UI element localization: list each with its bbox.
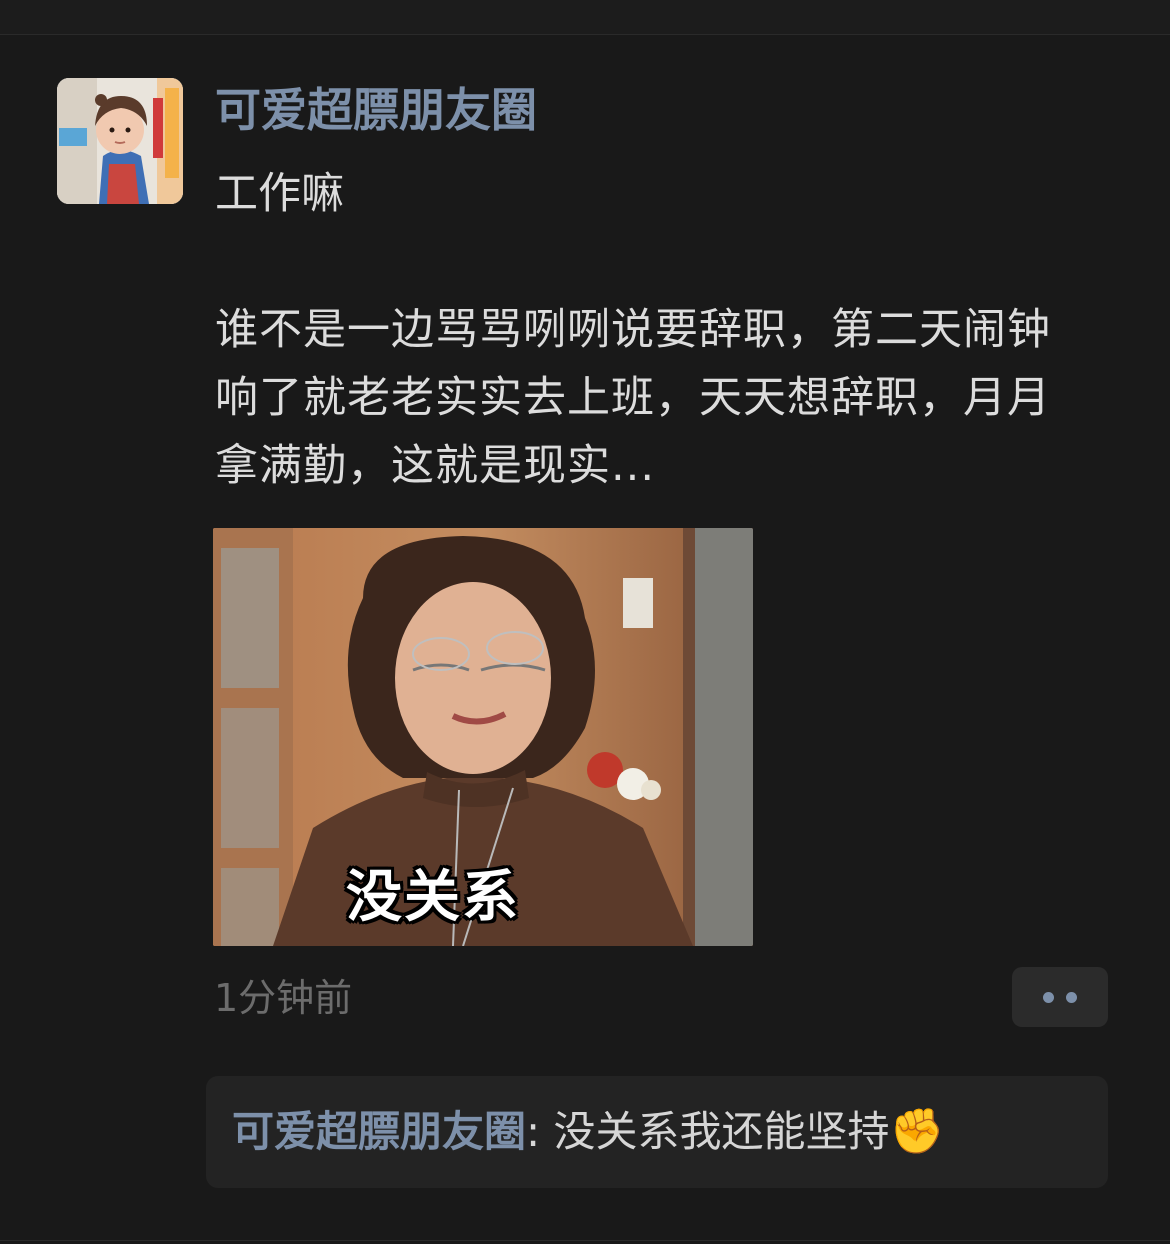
post-text-line1: 工作嘛 [215,169,344,219]
image-caption: 没关系 [346,865,520,930]
avatar-image [57,78,183,204]
comment-separator: : [526,1107,554,1156]
comment-item[interactable]: 可爱超膘朋友圈: 没关系我还能坚持✊ [232,1104,944,1160]
post-time: 1分钟前 [214,976,353,1020]
comment-box: 可爱超膘朋友圈: 没关系我还能坚持✊ [206,1076,1108,1188]
bottom-divider [0,1240,1170,1241]
top-bar [0,0,1170,35]
post-text-line2: 谁不是一边骂骂咧咧说要辞职，第二天闹钟响了就老老实实去上班，天天想辞职，月月拿满… [215,305,1051,491]
more-actions-button[interactable] [1012,967,1108,1027]
post-author[interactable]: 可爱超膘朋友圈 [215,82,537,138]
comment-author[interactable]: 可爱超膘朋友圈 [232,1107,526,1156]
post-text-spacer [215,228,1085,296]
avatar[interactable] [57,78,183,204]
post-text: 工作嘛 谁不是一边骂骂咧咧说要辞职，第二天闹钟响了就老老实实去上班，天天想辞职，… [215,160,1085,500]
comment-text: 没关系我还能坚持 [553,1107,890,1156]
more-dots-icon [1043,991,1054,1003]
post-image[interactable]: 没关系 [213,528,753,946]
more-dots-icon-2 [1066,991,1077,1003]
raised-fist-icon: ✊ [889,1106,945,1157]
